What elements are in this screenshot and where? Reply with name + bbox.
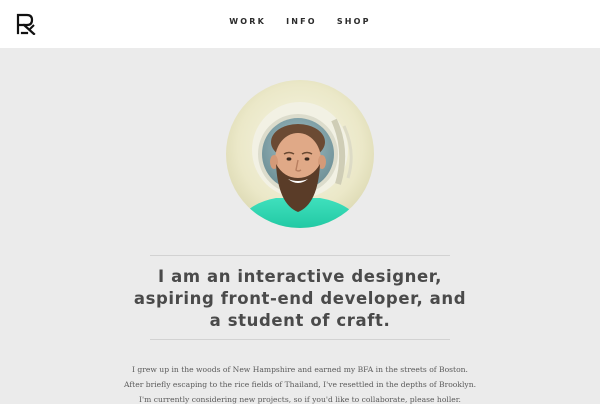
profile-photo (226, 80, 374, 228)
divider-bottom (150, 339, 450, 340)
bio-paragraph: I grew up in the woods of New Hampshire … (100, 362, 500, 404)
top-navigation-bar: WORK INFO SHOP (0, 0, 600, 48)
main-nav: WORK INFO SHOP (0, 17, 600, 26)
headline-line: a student of craft. (209, 311, 391, 330)
intro-headline: I am an interactive designer, aspiring f… (120, 266, 480, 332)
nav-work-link[interactable]: WORK (229, 17, 266, 26)
headline-line: I am an interactive designer, (158, 267, 442, 286)
bio-line: I grew up in the woods of New Hampshire … (132, 365, 468, 374)
divider-top (150, 255, 450, 256)
bio-line: After briefly escaping to the rice field… (124, 380, 476, 389)
nav-shop-link[interactable]: SHOP (337, 17, 371, 26)
headline-line: aspiring front-end developer, and (133, 289, 467, 308)
nav-info-link[interactable]: INFO (286, 17, 317, 26)
bio-line: I'm currently considering new projects, … (139, 395, 461, 404)
